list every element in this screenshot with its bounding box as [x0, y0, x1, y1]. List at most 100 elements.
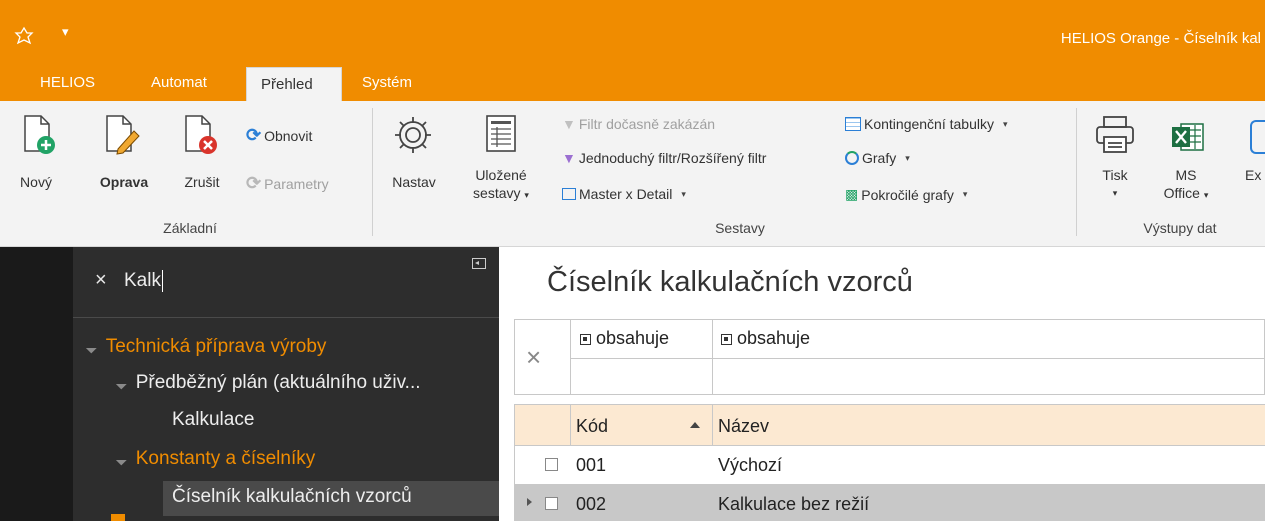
filter-operator-kod[interactable]: obsahuje [580, 328, 669, 349]
export-button[interactable]: Ex [1245, 166, 1265, 184]
master-detail-icon [562, 188, 576, 200]
table-row[interactable] [515, 446, 1265, 484]
pivot-table-icon [845, 117, 861, 131]
filter-operator-nazev[interactable]: obsahuje [721, 328, 810, 349]
ribbon-separator [1076, 108, 1077, 236]
clear-search-icon[interactable]: × [95, 269, 107, 292]
filter-disabled-icon: ▼ [562, 116, 576, 132]
refresh-label: Obnovit [264, 127, 313, 144]
filter-operator-icon [580, 333, 591, 345]
new-icon [22, 113, 56, 162]
export-icon [1250, 120, 1265, 154]
tab-system[interactable]: Systém [362, 74, 412, 91]
simple-filter-label: Jednoduchý filtr/Rozšířený filtr [578, 150, 767, 166]
advanced-charts-label: Pokročilé grafy [861, 186, 954, 203]
refresh-button[interactable]: ⟳ Obnovit [246, 125, 312, 146]
collapse-panel-icon[interactable] [472, 258, 486, 269]
setup-button[interactable]: Nastav [384, 173, 444, 191]
edit-button[interactable]: Oprava [94, 173, 154, 191]
filter-disabled-button[interactable]: ▼ Filtr dočasně zakázán [562, 116, 715, 132]
saved-reports-label-1: Uložené [475, 167, 527, 183]
tab-helios[interactable]: HELIOS [40, 74, 95, 91]
row-checkbox[interactable] [545, 497, 558, 510]
advanced-chart-icon: ▩ [845, 186, 859, 202]
cell-nazev: Výchozí [718, 455, 783, 475]
tab-prehled[interactable]: Přehled [246, 67, 342, 101]
ribbon-separator [372, 108, 373, 236]
nav-search-input[interactable]: Kalk [124, 268, 163, 294]
tree-item-konstanty[interactable]: ◢ Konstanty a číselníky [115, 448, 316, 470]
saved-reports-label-2: sestavy ▾ [473, 185, 529, 201]
window-title: HELIOS Orange - Číselník kal [1060, 30, 1261, 47]
tree-item-label: Číselník kalkulačních vzorců [172, 486, 412, 507]
ms-office-label-1: MS [1175, 167, 1197, 183]
group-label-zakladni: Základní [163, 220, 217, 236]
page-title: Číselník kalkulačních vzorců [547, 266, 913, 298]
charts-label: Grafy [862, 150, 897, 166]
filter-disabled-label: Filtr dočasně zakázán [578, 116, 716, 132]
sort-ascending-icon [690, 422, 700, 428]
master-detail-button[interactable]: Master x Detail ▾ [562, 186, 686, 202]
parameters-icon: ⟳ [246, 173, 262, 193]
tree-item-label: Předběžný plán (aktuálního uživ... [135, 372, 421, 393]
filter-operator-icon [721, 333, 732, 345]
filter-input-kod[interactable] [572, 360, 710, 394]
filter-col-divider [570, 319, 571, 395]
parameters-button[interactable]: ⟳ Parametry [246, 173, 329, 194]
print-dropdown-icon: ▾ [1112, 188, 1118, 198]
filter-col-divider [712, 319, 713, 395]
group-label-vystupy: Výstupy dat [1143, 220, 1217, 236]
cell-kod: 001 [576, 455, 607, 475]
new-button[interactable]: Nový [10, 173, 62, 191]
filter-row-divider [570, 358, 1265, 359]
column-header-nazev[interactable]: Název [718, 416, 769, 437]
group-label-sestavy: Sestavy [715, 220, 765, 236]
settings-gear-icon [391, 113, 435, 162]
print-label: Tisk [1102, 167, 1128, 183]
filter-operator-label: obsahuje [737, 328, 811, 348]
delete-icon [183, 113, 219, 162]
pie-chart-icon [845, 151, 859, 165]
tree-item-kalkulace[interactable]: Kalkulace [172, 409, 254, 431]
ms-office-label-2: Office ▾ [1163, 185, 1209, 201]
tree-item-ciselnik[interactable]: Číselník kalkulačních vzorců [172, 486, 412, 508]
app-logo-icon [14, 26, 34, 51]
expand-icon: ◢ [84, 341, 98, 355]
tree-item-technicka-priprava[interactable]: ◢ Technická příprava výroby [84, 336, 327, 358]
ms-office-button[interactable]: MS Office ▾ [1156, 166, 1216, 204]
nav-search-value: Kalk [124, 270, 161, 291]
parameters-label: Parametry [264, 175, 329, 192]
row-checkbox[interactable] [545, 458, 558, 471]
edit-icon [104, 113, 144, 162]
column-header-kod[interactable]: Kód [576, 416, 608, 437]
table-row-selected[interactable] [515, 485, 1265, 521]
tree-item-label: Konstanty a číselníky [135, 448, 316, 469]
simple-filter-button[interactable]: ▼ Jednoduchý filtr/Rozšířený filtr [562, 150, 766, 166]
tab-automat[interactable]: Automat [151, 74, 207, 91]
print-button[interactable]: Tisk ▾ [1095, 166, 1135, 202]
quick-access-dropdown-icon[interactable]: ▾ [62, 24, 69, 40]
pivot-tables-label: Kontingenční tabulky [864, 116, 994, 132]
filter-icon: ▼ [562, 150, 576, 166]
tree-item-predbezny-plan[interactable]: ◢ Předběžný plán (aktuálního uživ... [114, 372, 421, 394]
saved-reports-icon [482, 113, 522, 162]
pivot-tables-button[interactable]: Kontingenční tabulky ▾ [845, 116, 1008, 132]
charts-button[interactable]: Grafy ▾ [845, 150, 910, 166]
refresh-icon: ⟳ [246, 125, 262, 145]
filter-input-nazev[interactable] [714, 360, 1264, 394]
advanced-charts-button[interactable]: ▩ Pokročilé grafy ▾ [845, 186, 967, 203]
excel-icon [1171, 120, 1205, 159]
clear-filter-icon[interactable]: × [526, 344, 541, 370]
printer-icon [1093, 113, 1137, 162]
current-row-indicator-icon [527, 498, 532, 506]
cancel-button[interactable]: Zrušit [172, 173, 232, 191]
tree-item-label: Kalkulace [172, 409, 255, 430]
nav-divider [73, 317, 499, 318]
cell-nazev: Kalkulace bez režií [718, 494, 870, 514]
cell-kod: 002 [576, 494, 607, 514]
expand-icon: ◢ [114, 377, 128, 391]
text-cursor [161, 270, 163, 292]
saved-reports-button[interactable]: Uložené sestavy ▾ [466, 166, 536, 204]
tree-item-partial [111, 514, 125, 521]
side-bar-strip [0, 247, 73, 521]
